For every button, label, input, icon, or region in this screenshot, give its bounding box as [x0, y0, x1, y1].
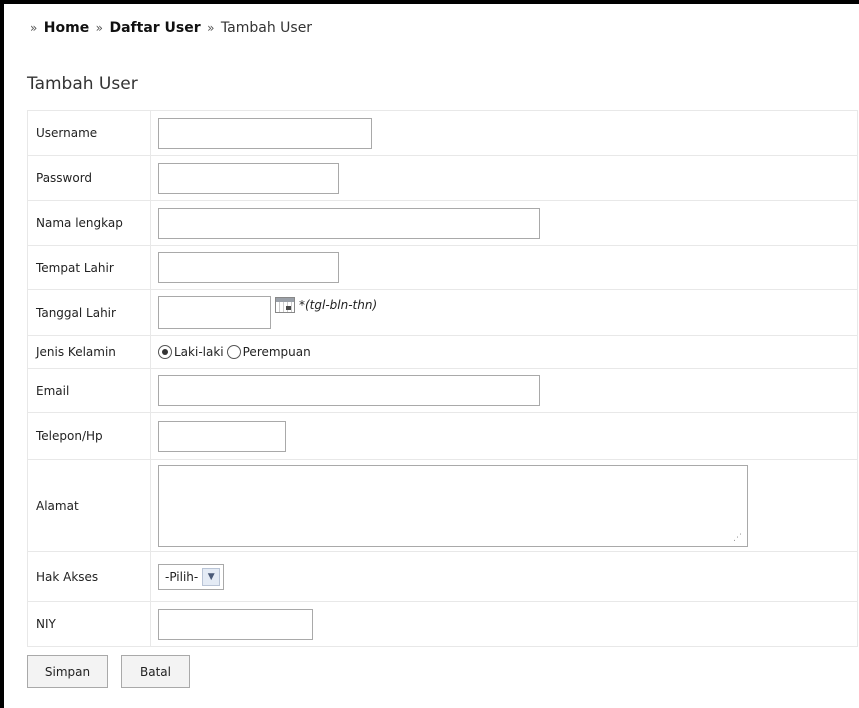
gender-female-label: Perempuan — [242, 345, 311, 360]
phone-label: Telepon/Hp — [27, 412, 151, 460]
access-selected-value: -Pilih- — [165, 569, 199, 584]
gender-male-label: Laki-laki — [174, 345, 224, 360]
form-row-phone: Telepon/Hp — [27, 412, 858, 460]
form-row-access: Hak Akses -Pilih- ▼ — [27, 551, 858, 602]
form-row-address: Alamat ⋰ — [27, 459, 858, 552]
breadcrumb-separator: » — [30, 21, 38, 35]
access-label: Hak Akses — [27, 551, 151, 602]
access-select[interactable]: -Pilih- ▼ — [158, 563, 225, 590]
niy-input[interactable] — [158, 608, 313, 640]
password-label: Password — [27, 155, 151, 201]
email-label: Email — [27, 368, 151, 413]
breadcrumb-users-link[interactable]: Daftar User — [109, 20, 200, 36]
birthdate-label: Tanggal Lahir — [27, 289, 151, 336]
fullname-label: Nama lengkap — [27, 200, 151, 246]
gender-radio-male[interactable] — [158, 345, 172, 360]
birthdate-input[interactable] — [158, 296, 271, 329]
resize-grip-icon[interactable]: ⋰ — [733, 533, 742, 542]
password-input[interactable] — [158, 162, 339, 194]
breadcrumb: » Home » Daftar User » Tambah User — [28, 20, 312, 36]
cancel-button[interactable]: Batal — [121, 655, 190, 688]
calendar-icon[interactable] — [275, 296, 295, 313]
save-button[interactable]: Simpan — [27, 655, 108, 688]
chevron-down-icon[interactable]: ▼ — [202, 567, 221, 586]
gender-label: Jenis Kelamin — [27, 335, 151, 369]
phone-input[interactable] — [158, 420, 286, 452]
breadcrumb-separator: » — [95, 21, 104, 35]
birthdate-hint: *(tgl-bln-thn) — [299, 297, 378, 312]
username-label: Username — [27, 110, 151, 156]
form-row-email: Email — [27, 368, 858, 413]
form-row-birthplace: Tempat Lahir — [27, 245, 858, 290]
form-row-password: Password — [27, 155, 858, 201]
breadcrumb-current: Tambah User — [220, 20, 313, 36]
breadcrumb-home-link[interactable]: Home — [44, 20, 89, 36]
gender-radio-female[interactable] — [226, 345, 241, 360]
birthplace-input[interactable] — [158, 252, 339, 283]
niy-label: NIY — [27, 601, 151, 647]
address-textarea[interactable]: ⋰ — [158, 464, 748, 547]
form-row-niy: NIY — [27, 601, 858, 647]
form-row-gender: Jenis Kelamin Laki-laki Perempuan — [27, 335, 858, 369]
breadcrumb-separator: » — [207, 21, 215, 35]
user-form: Username Password Nama lengkap Tempat La… — [27, 110, 858, 647]
form-row-birthdate: Tanggal Lahir *(tgl-bln-thn) — [27, 289, 858, 336]
page-title: Tambah User — [27, 74, 138, 94]
fullname-input[interactable] — [158, 207, 540, 239]
username-input[interactable] — [158, 117, 372, 149]
form-row-fullname: Nama lengkap — [27, 200, 858, 246]
email-input[interactable] — [158, 375, 540, 406]
birthplace-label: Tempat Lahir — [27, 245, 151, 290]
address-label: Alamat — [27, 459, 151, 552]
form-row-username: Username — [27, 110, 858, 156]
